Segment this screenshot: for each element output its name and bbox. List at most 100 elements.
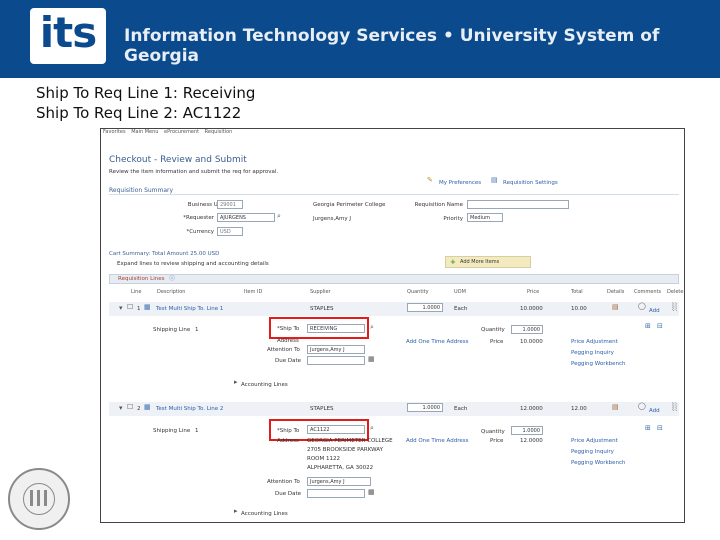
address-label: Address — [277, 438, 299, 444]
price-label: Price — [490, 339, 504, 345]
attention-to-label: Attention To — [267, 347, 300, 353]
price-adjustment-link[interactable]: Price Adjustment — [571, 438, 618, 444]
my-preferences-link[interactable]: My Preferences — [439, 180, 481, 186]
col-total: Total — [571, 289, 583, 295]
trash-icon[interactable]: ░ — [672, 404, 677, 411]
details-icon[interactable]: ▤ — [612, 304, 619, 311]
select-checkbox[interactable]: ☐ — [127, 304, 133, 311]
line-total: 10.00 — [571, 306, 587, 312]
shipping-quantity-field[interactable]: 1.0000 — [511, 325, 543, 334]
accounting-lines-label[interactable]: Accounting Lines — [241, 382, 288, 388]
shipping-line-number: 1 — [195, 428, 199, 434]
expand-icon[interactable]: ▸ — [234, 508, 238, 515]
requisition-name-field[interactable] — [467, 200, 569, 209]
help-icon[interactable]: ⓘ — [169, 276, 175, 282]
address-line-2: 2705 BROOKSIDE PARKWAY — [307, 447, 383, 453]
attention-to-label: Attention To — [267, 479, 300, 485]
seal-column — [44, 490, 47, 506]
line-supplier: STAPLES — [310, 406, 334, 412]
lookup-icon[interactable]: ⌕ — [370, 324, 374, 331]
business-unit-field: 29001 — [217, 200, 243, 209]
slide-line-2: Ship To Req Line 2: AC1122 — [36, 104, 242, 122]
pegging-workbench-link[interactable]: Pegging Workbench — [571, 460, 626, 466]
delete-row-icon[interactable]: ⊟ — [657, 323, 663, 330]
comment-icon[interactable]: ◯ — [638, 403, 646, 410]
business-unit-desc: Georgia Perimeter College — [313, 202, 386, 208]
expand-icon[interactable]: ▸ — [234, 379, 238, 386]
price-adjustment-link[interactable]: Price Adjustment — [571, 339, 618, 345]
calendar-icon[interactable]: ▦ — [368, 356, 375, 363]
line-uom: Each — [454, 306, 468, 312]
item-icon: ▦ — [144, 303, 151, 311]
select-checkbox[interactable]: ☐ — [127, 404, 133, 411]
add-row-icon[interactable]: ⊞ — [645, 323, 651, 330]
breadcrumb: Favorites Main Menu eProcurement Requisi… — [103, 129, 403, 137]
line-description[interactable]: Test Multi Ship To. Line 2 — [156, 406, 223, 412]
shipping-price: 10.0000 — [520, 339, 543, 345]
attention-to-field[interactable]: Jurgens,Amy J — [307, 345, 365, 354]
add-comment-link[interactable]: Add — [649, 308, 660, 314]
breadcrumb-eprocurement[interactable]: eProcurement — [164, 129, 199, 135]
col-line: Line — [131, 289, 142, 295]
priority-select[interactable]: Medium — [467, 213, 503, 222]
comment-icon[interactable]: ◯ — [638, 303, 646, 310]
pegging-inquiry-link[interactable]: Pegging Inquiry — [571, 350, 614, 356]
details-icon[interactable]: ▤ — [612, 404, 619, 411]
add-row-icon[interactable]: ⊞ — [645, 425, 651, 432]
seal-column — [37, 490, 40, 506]
col-item-id: Item ID — [244, 289, 263, 295]
due-date-field[interactable] — [307, 356, 365, 365]
add-one-time-address-link[interactable]: Add One Time Address — [406, 339, 468, 345]
col-price: Price — [527, 289, 540, 295]
collapse-icon[interactable]: ▾ — [119, 405, 123, 412]
pegging-inquiry-link[interactable]: Pegging Inquiry — [571, 449, 614, 455]
slide-line-1: Ship To Req Line 1: Receiving — [36, 84, 256, 102]
attention-to-field[interactable]: Jurgens,Amy J — [307, 477, 371, 486]
add-more-items-button[interactable]: + Add More Items — [445, 256, 531, 268]
trash-icon[interactable]: ░ — [672, 304, 677, 311]
col-description: Description — [157, 289, 186, 295]
expand-lines-text: Expand lines to review shipping and acco… — [117, 261, 269, 267]
item-icon: ▦ — [144, 403, 151, 411]
line-number: 1 — [137, 306, 141, 312]
settings-icon: ▤ — [491, 176, 498, 184]
col-supplier: Supplier — [310, 289, 331, 295]
lookup-icon[interactable]: ⌕ — [277, 213, 281, 220]
page-title: Checkout - Review and Submit — [109, 155, 247, 165]
address-line-3: ROOM 1122 — [307, 456, 340, 462]
shipping-quantity-field[interactable]: 1.0000 — [511, 426, 543, 435]
price-label: Price — [490, 438, 504, 444]
line-quantity-field[interactable]: 1.0000 — [407, 303, 443, 312]
due-date-label: Due Date — [275, 491, 301, 497]
currency-label: *Currency — [186, 229, 214, 235]
breadcrumb-main-menu[interactable]: Main Menu — [131, 129, 158, 135]
delete-row-icon[interactable]: ⊟ — [657, 425, 663, 432]
requisition-settings-link[interactable]: Requisition Settings — [503, 180, 558, 186]
banner-title: Information Technology Services • Univer… — [124, 26, 660, 66]
quantity-label: Quantity — [481, 327, 505, 333]
pegging-workbench-link[interactable]: Pegging Workbench — [571, 361, 626, 367]
breadcrumb-favorites[interactable]: Favorites — [103, 129, 126, 135]
its-logo: its — [30, 8, 106, 64]
breadcrumb-requisition[interactable]: Requisition — [205, 129, 233, 135]
page-subtitle: Review the item information and submit t… — [109, 169, 279, 175]
line-description[interactable]: Test Multi Ship To. Line 1 — [156, 306, 223, 312]
line-quantity-field[interactable]: 1.0000 — [407, 403, 443, 412]
business-unit-label: Business Unit — [187, 202, 225, 208]
col-comments: Comments — [634, 289, 662, 295]
due-date-label: Due Date — [275, 358, 301, 364]
due-date-field[interactable] — [307, 489, 365, 498]
address-line-4: ALPHARETTA, GA 30022 — [307, 465, 374, 471]
add-one-time-address-link[interactable]: Add One Time Address — [406, 438, 468, 444]
line-price: 12.0000 — [520, 406, 543, 412]
calendar-icon[interactable]: ▦ — [368, 489, 375, 496]
add-comment-link[interactable]: Add — [649, 408, 660, 414]
requester-field[interactable]: AJURGENS — [217, 213, 275, 222]
collapse-icon[interactable]: ▾ — [119, 305, 123, 312]
lookup-icon[interactable]: ⌕ — [370, 425, 374, 432]
cart-summary: Cart Summary: Total Amount 25.00 USD — [109, 251, 220, 257]
shipping-line-label: Shipping Line — [153, 327, 191, 333]
ship-to-highlight — [269, 317, 369, 339]
requisition-lines-header: Requisition Lines ⓘ — [109, 274, 679, 284]
accounting-lines-label[interactable]: Accounting Lines — [241, 511, 288, 517]
